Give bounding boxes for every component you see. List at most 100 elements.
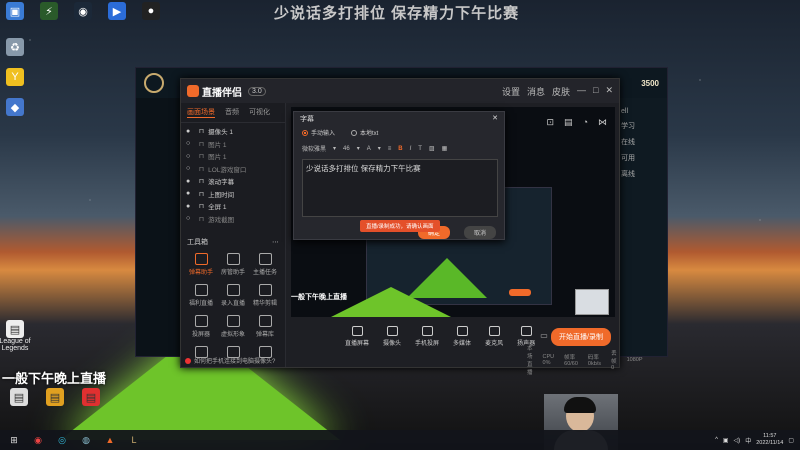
lock-icon[interactable]: ⊓: [199, 190, 204, 198]
screen-record-icon[interactable]: ▭: [540, 331, 548, 340]
chevron-down-icon[interactable]: ▾: [333, 145, 336, 152]
scene-item[interactable]: ● ⊓ 滚动字幕: [181, 175, 285, 188]
lock-icon[interactable]: ⊓: [199, 202, 204, 210]
desktop-icon[interactable]: ◉: [72, 2, 94, 20]
font-size-select[interactable]: 46: [343, 146, 350, 152]
tool-虚拟形象[interactable]: 虚拟形象: [217, 315, 249, 338]
notification-icon[interactable]: ▢: [788, 437, 794, 444]
font-select[interactable]: 微软雅黑: [302, 144, 326, 153]
bold-icon[interactable]: B: [398, 146, 402, 152]
tool-福利直播[interactable]: 福利直播: [185, 284, 217, 307]
desktop-icon[interactable]: Y: [4, 68, 26, 86]
source-mic[interactable]: 麦克风: [485, 325, 503, 347]
scene-item[interactable]: ● ⊓ 全屏 1: [181, 200, 285, 213]
desktop-icon[interactable]: ▣: [4, 2, 26, 20]
steam-icon[interactable]: ◍: [80, 434, 92, 446]
preview-webcam: [575, 289, 609, 315]
lock-icon[interactable]: ⊓: [199, 152, 204, 160]
window-control[interactable]: 设置: [502, 85, 520, 98]
scene-item[interactable]: ● ⊓ 摄像头 1: [181, 125, 285, 138]
lock-icon[interactable]: ⊓: [199, 177, 204, 185]
desktop-icon[interactable]: ▤: [80, 388, 102, 406]
scene-item[interactable]: ● ⊓ 上图时间: [181, 188, 285, 201]
grid-icon[interactable]: ▦: [442, 145, 448, 152]
tool-弹幕库[interactable]: 弹幕库: [249, 315, 281, 338]
network-icon[interactable]: ▣: [723, 437, 729, 444]
desktop-icon[interactable]: ♻: [4, 38, 26, 56]
chevron-down-icon[interactable]: ▾: [357, 145, 360, 152]
edge-icon[interactable]: ◎: [56, 434, 68, 446]
clock[interactable]: 11:57 2022/11/14: [756, 433, 783, 447]
eye-icon[interactable]: ●: [186, 203, 195, 210]
window-control[interactable]: □: [593, 85, 598, 98]
subtitle-text-input[interactable]: 少说话多打排位 保存精力下午比赛: [302, 159, 498, 217]
desktop-icon[interactable]: ▤: [8, 388, 30, 406]
window-control[interactable]: 皮肤: [552, 85, 570, 98]
wegame-icon: ▶: [108, 2, 126, 20]
desktop-icon-lol[interactable]: ▤ League of Legends: [0, 320, 31, 352]
radio-manual[interactable]: 手动输入: [302, 128, 335, 137]
eye-icon[interactable]: ●: [186, 128, 195, 135]
font-color-icon[interactable]: A: [367, 146, 371, 152]
stream-app-icon[interactable]: ▲: [104, 434, 116, 446]
window-control[interactable]: ✕: [605, 85, 613, 98]
close-icon[interactable]: ✕: [492, 114, 498, 122]
source-screen[interactable]: 直播屏幕: [345, 325, 369, 347]
lock-icon[interactable]: ⊡: [547, 117, 555, 128]
app-version-badge[interactable]: 3.0: [248, 86, 266, 96]
lock-icon[interactable]: ⊓: [199, 140, 204, 148]
align-icon[interactable]: ≡: [388, 146, 392, 152]
desktop-icon[interactable]: ▤: [44, 388, 66, 406]
tool-精华剪辑[interactable]: 精华剪辑: [249, 284, 281, 307]
eye-off-icon[interactable]: ○: [186, 215, 195, 222]
italic-icon[interactable]: I: [410, 146, 412, 152]
source-media[interactable]: 多媒体: [453, 325, 471, 347]
scene-item[interactable]: ○ ⊓ 图片 1: [181, 150, 285, 163]
share-icon[interactable]: ⋈: [598, 117, 607, 128]
strike-icon[interactable]: T: [418, 146, 422, 152]
tab-0[interactable]: 画面场景: [187, 107, 215, 118]
tool-弹幕助手[interactable]: 弹幕助手: [185, 253, 217, 276]
start-live-button[interactable]: 开始直播/录制: [551, 328, 611, 346]
chrome-icon[interactable]: ◉: [32, 434, 44, 446]
tool-主播任务[interactable]: 主播任务: [249, 253, 281, 276]
eye-off-icon[interactable]: ○: [186, 165, 195, 172]
bell-icon[interactable]: ◔: [583, 117, 588, 128]
image-icon[interactable]: ▨: [429, 145, 435, 152]
desktop-icon[interactable]: ●: [140, 2, 162, 20]
lock-icon[interactable]: ⊓: [199, 127, 204, 135]
cancel-button[interactable]: 取消: [463, 226, 496, 239]
lock-icon[interactable]: ⊓: [199, 215, 204, 223]
radio-local-txt[interactable]: 本地txt: [351, 128, 378, 137]
eye-off-icon[interactable]: ○: [186, 140, 195, 147]
chevron-up-icon[interactable]: ^: [715, 437, 718, 443]
desktop-icon[interactable]: ◆: [4, 98, 26, 116]
window-control[interactable]: —: [577, 85, 586, 98]
toolbox-more-icon[interactable]: ⋯: [272, 238, 279, 246]
scene-item[interactable]: ○ ⊓ LOL游戏窗口: [181, 163, 285, 176]
eye-icon[interactable]: ●: [186, 190, 195, 197]
volume-icon[interactable]: ◁): [734, 437, 741, 444]
lol-icon[interactable]: L: [128, 434, 140, 446]
source-phone[interactable]: 手机投屏: [415, 325, 439, 347]
ime-indicator[interactable]: 中: [745, 436, 751, 445]
layout-icon[interactable]: ▤: [564, 117, 573, 128]
desktop-icon[interactable]: ▶: [106, 2, 128, 20]
eye-off-icon[interactable]: ○: [186, 153, 195, 160]
help-link[interactable]: 如何把手机连接到电脑摄像头?: [185, 356, 275, 365]
scene-item[interactable]: ○ ⊓ 图片 1: [181, 138, 285, 151]
bg-color-icon[interactable]: ▾: [378, 145, 381, 152]
desktop-icon[interactable]: ⚡: [38, 2, 60, 20]
scene-item[interactable]: ○ ⊓ 游戏截图: [181, 213, 285, 226]
source-camera[interactable]: 摄像头: [383, 325, 401, 347]
tool-录入直播[interactable]: 录入直播: [217, 284, 249, 307]
tab-1[interactable]: 音频: [225, 107, 239, 118]
eye-icon[interactable]: ●: [186, 178, 195, 185]
tool-投屏器[interactable]: 投屏器: [185, 315, 217, 338]
tab-2[interactable]: 可视化: [249, 107, 270, 118]
friend-entry: 可用: [621, 155, 635, 162]
windows-icon[interactable]: ⊞: [8, 434, 20, 446]
tool-房管助手[interactable]: 房管助手: [217, 253, 249, 276]
window-control[interactable]: 消息: [527, 85, 545, 98]
lock-icon[interactable]: ⊓: [199, 165, 204, 173]
